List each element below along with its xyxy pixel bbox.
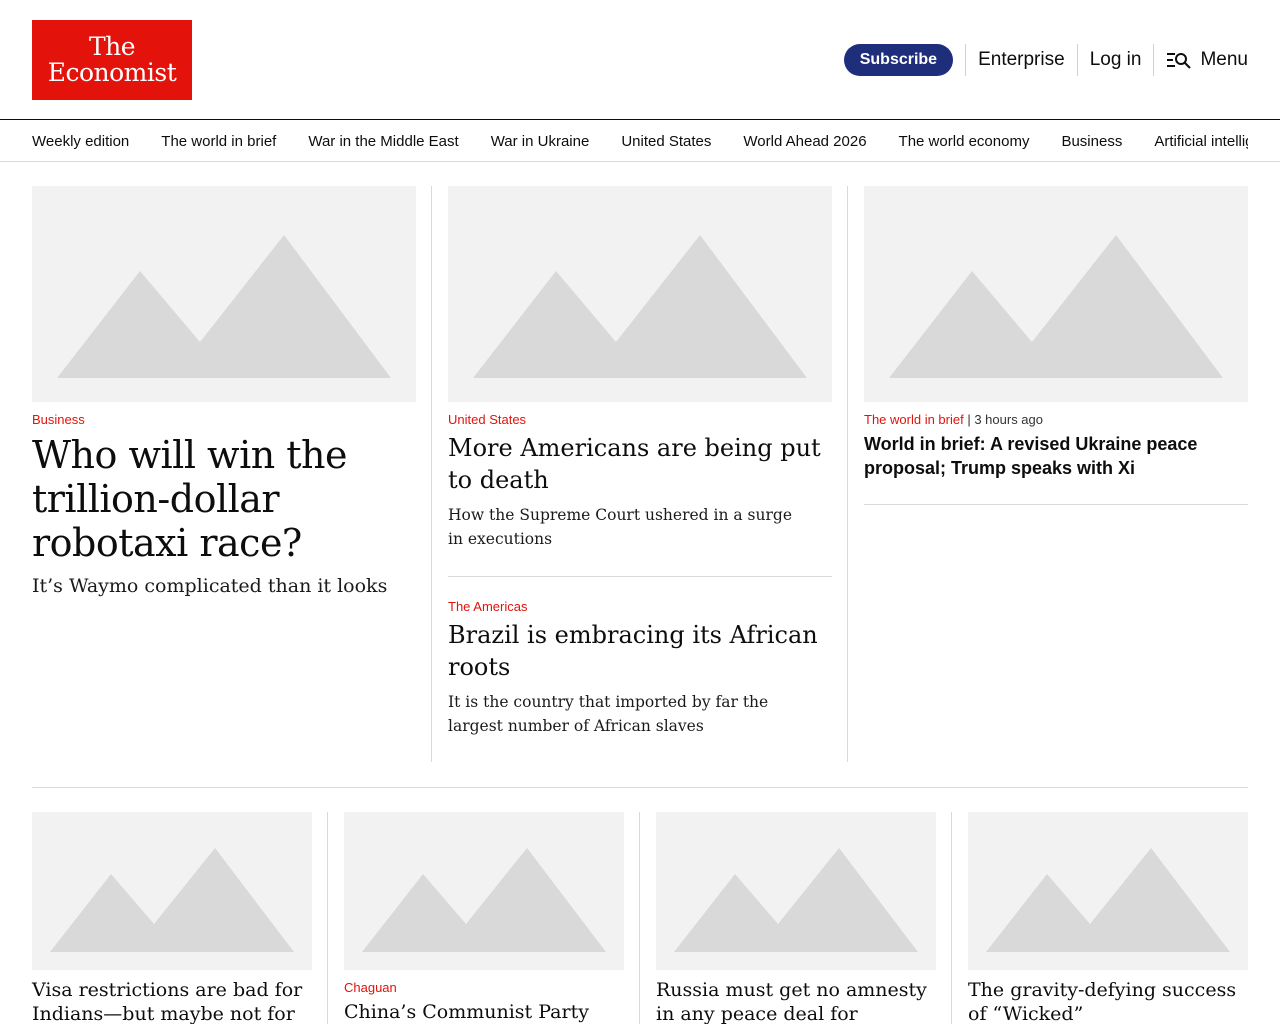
column-divider <box>327 812 328 1024</box>
divider <box>965 44 967 76</box>
masthead: The Economist Subscribe Enterprise Log i… <box>0 0 1280 120</box>
section-divider <box>32 787 1248 788</box>
column-divider <box>951 812 952 1024</box>
image-placeholder-icon <box>57 235 391 378</box>
menu-button[interactable]: Menu <box>1166 49 1248 71</box>
article-rubric[interactable]: The world in brief <box>864 412 964 427</box>
article-image-placeholder[interactable] <box>864 186 1248 402</box>
nav-item-weekly-edition[interactable]: Weekly edition <box>32 133 129 150</box>
logo-line-2: Economist <box>47 58 177 87</box>
article-headline[interactable]: World in brief: A revised Ukraine peace … <box>864 432 1248 480</box>
article-timestamp: 3 hours ago <box>974 412 1043 427</box>
article-rubric-line: The world in brief | 3 hours ago <box>864 412 1043 427</box>
column-divider <box>431 186 432 762</box>
economist-logo[interactable]: The Economist <box>32 20 192 100</box>
article-headline[interactable]: China’s Communist Party wants <box>344 1000 634 1024</box>
login-link[interactable]: Log in <box>1090 49 1142 71</box>
lead-description: It’s Waymo complicated than it looks <box>32 575 388 597</box>
article-headline[interactable]: Brazil is embracing its African roots <box>448 619 832 683</box>
nav-item-ai[interactable]: Artificial intellig <box>1154 133 1248 150</box>
nav-item-world-ahead[interactable]: World Ahead 2026 <box>743 133 866 150</box>
article-headline[interactable]: Russia must get no amnesty in any peace … <box>656 978 936 1024</box>
nav-item-world-in-brief[interactable]: The world in brief <box>161 133 276 150</box>
article-rubric[interactable]: Business <box>32 412 85 427</box>
nav-item-middle-east[interactable]: War in the Middle East <box>308 133 458 150</box>
nav-item-ukraine[interactable]: War in Ukraine <box>491 133 590 150</box>
nav-item-world-economy[interactable]: The world economy <box>899 133 1030 150</box>
article-image-placeholder[interactable] <box>968 812 1248 970</box>
column-divider <box>847 186 848 762</box>
image-placeholder-icon <box>986 848 1230 952</box>
header-actions: Subscribe Enterprise Log in Menu <box>843 44 1248 76</box>
divider <box>1076 44 1078 76</box>
logo-line-1: The <box>88 32 136 61</box>
article-description: It is the country that imported by far t… <box>448 693 769 735</box>
article-headline[interactable]: The gravity-defying success of “Wicked” <box>968 978 1248 1024</box>
image-placeholder-icon <box>674 848 918 952</box>
article-image-placeholder[interactable] <box>344 812 624 970</box>
article-rubric[interactable]: Chaguan <box>344 980 397 995</box>
article-rubric[interactable]: United States <box>448 412 526 427</box>
image-placeholder-icon <box>889 235 1223 378</box>
article-rubric[interactable]: The Americas <box>448 599 527 614</box>
article-image-placeholder[interactable] <box>32 812 312 970</box>
image-placeholder-icon <box>50 848 294 952</box>
article-image-placeholder[interactable] <box>656 812 936 970</box>
article-divider <box>864 504 1248 505</box>
menu-label: Menu <box>1200 49 1248 70</box>
article-image-placeholder[interactable] <box>448 186 832 402</box>
subscribe-button[interactable]: Subscribe <box>843 44 954 76</box>
nav-item-business[interactable]: Business <box>1061 133 1122 150</box>
column-divider <box>639 812 640 1024</box>
article-headline[interactable]: More Americans are being put to death <box>448 432 832 496</box>
article-description: How the Supreme Court ushered in a surge… <box>448 506 792 548</box>
menu-search-icon <box>1167 53 1192 69</box>
article-headline[interactable]: Visa restrictions are bad for Indians—bu… <box>32 978 312 1024</box>
image-placeholder-icon <box>362 848 606 952</box>
divider <box>1153 44 1155 76</box>
article-image-placeholder[interactable] <box>32 186 416 402</box>
image-placeholder-icon <box>473 235 807 378</box>
rubric-separator: | <box>963 412 975 427</box>
lead-headline[interactable]: Who will win the trillion-dollar robotax… <box>32 433 422 565</box>
nav-item-united-states[interactable]: United States <box>621 133 711 150</box>
section-nav: Weekly edition The world in brief War in… <box>0 121 1280 162</box>
enterprise-link[interactable]: Enterprise <box>978 49 1065 71</box>
article-divider <box>448 576 832 577</box>
